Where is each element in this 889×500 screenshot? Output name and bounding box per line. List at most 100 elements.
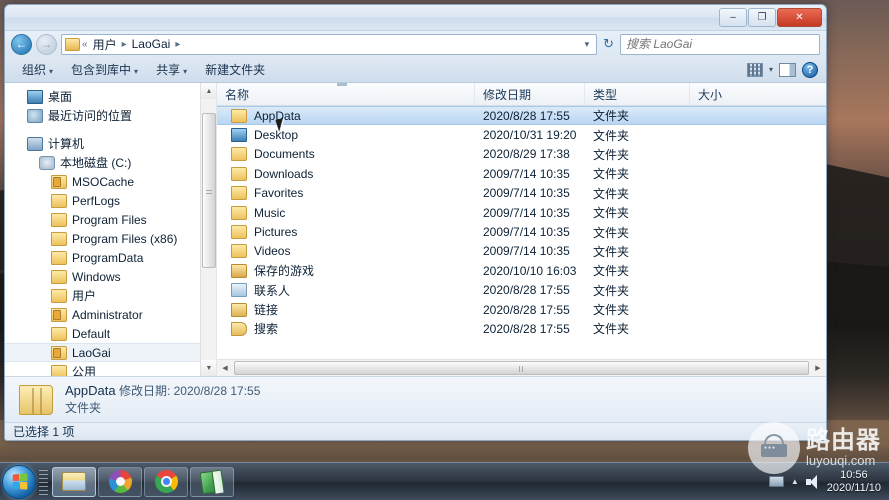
hscrollbar-thumb[interactable] <box>234 361 809 375</box>
table-row[interactable]: 保存的游戏 2020/10/10 16:03 文件夹 <box>217 261 826 280</box>
maximize-button[interactable]: ❐ <box>748 8 776 27</box>
row-name-cell: 链接 <box>217 301 475 318</box>
table-row[interactable]: Pictures 2009/7/14 10:35 文件夹 <box>217 222 826 241</box>
table-row[interactable]: 链接 2020/8/28 17:55 文件夹 <box>217 300 826 319</box>
taskbar-item-notepad[interactable] <box>190 466 234 497</box>
drive-icon <box>39 155 55 170</box>
row-name-label: Pictures <box>254 225 298 240</box>
sidebar-item-[interactable]: 用户 <box>5 286 216 305</box>
window-titlebar: – ❐ ✕ <box>5 5 826 31</box>
chevron-down-icon[interactable]: ▾ <box>769 65 773 74</box>
file-list-hscrollbar[interactable]: ◀ ▶ <box>217 359 826 376</box>
column-header-date[interactable]: 修改日期 <box>475 83 585 105</box>
row-name-cell: Downloads <box>217 166 475 181</box>
chevron-down-icon: ▾ <box>183 67 188 76</box>
sidebar-item-label: Administrator <box>72 307 143 322</box>
view-mode-icon[interactable] <box>746 62 763 77</box>
table-row[interactable]: Downloads 2009/7/14 10:35 文件夹 <box>217 164 826 183</box>
taskbar-item-browser-360[interactable] <box>98 466 142 497</box>
row-date-cell: 2020/8/28 17:55 <box>483 108 570 123</box>
search-box[interactable] <box>620 33 820 55</box>
folder-icon <box>231 186 247 201</box>
organize-button[interactable]: 组织 ▾ <box>13 58 62 81</box>
sidebar-item-label: Default <box>72 326 111 341</box>
sidebar-item-c[interactable]: 本地磁盘 (C:) <box>5 153 216 172</box>
organize-label: 组织 <box>22 63 47 77</box>
network-icon[interactable] <box>768 476 784 487</box>
row-type-cell: 文件夹 <box>593 264 630 279</box>
sidebar-item-msocache[interactable]: MSOCache <box>5 172 216 191</box>
details-name: AppData <box>65 383 116 398</box>
folder-icon <box>51 212 67 227</box>
row-name-label: 联系人 <box>254 283 291 298</box>
table-row[interactable]: 联系人 2020/8/28 17:55 文件夹 <box>217 281 826 300</box>
sidebar-item-administrator[interactable]: Administrator <box>5 305 216 324</box>
help-icon[interactable]: ? <box>802 61 818 78</box>
include-in-library-label: 包含到库中 <box>71 63 132 77</box>
taskbar-item-chrome[interactable] <box>144 466 188 497</box>
chrome-icon <box>154 470 178 493</box>
column-header-type[interactable]: 类型 <box>585 83 690 105</box>
table-row[interactable]: Documents 2020/8/29 17:38 文件夹 <box>217 145 826 164</box>
table-row[interactable]: AppData 2020/8/28 17:55 文件夹 <box>217 106 826 126</box>
row-name-label: Downloads <box>254 166 314 181</box>
scroll-down-arrow[interactable]: ▼ <box>201 360 216 376</box>
sidebar-item-perflogs[interactable]: PerfLogs <box>5 191 216 210</box>
show-hidden-icons-arrow[interactable]: ▲ <box>791 477 799 486</box>
column-header-size[interactable]: 大小 <box>690 83 826 105</box>
taskbar-item-explorer[interactable] <box>52 466 96 497</box>
navpane-scrollbar[interactable]: ▲ ▼ <box>200 83 216 376</box>
start-button[interactable] <box>2 464 36 499</box>
breadcrumb-lead-separator: « <box>82 38 88 50</box>
sidebar-item-[interactable]: 计算机 <box>5 134 216 153</box>
share-button[interactable]: 共享 ▾ <box>147 58 196 81</box>
scroll-right-arrow[interactable]: ▶ <box>810 360 826 376</box>
scroll-left-arrow[interactable]: ◀ <box>217 360 233 376</box>
folder-icon <box>51 231 67 246</box>
sidebar-item-program-files-x86[interactable]: Program Files (x86) <box>5 229 216 248</box>
forward-button[interactable]: → <box>36 33 57 55</box>
sidebar-item-windows[interactable]: Windows <box>5 267 216 286</box>
refresh-icon[interactable]: ↻ <box>601 36 616 52</box>
sidebar-item-programdata[interactable]: ProgramData <box>5 248 216 267</box>
breadcrumb-item-laogai[interactable]: LaoGai <box>129 36 174 52</box>
back-button[interactable]: ← <box>11 33 32 55</box>
volume-icon[interactable] <box>805 474 820 489</box>
explorer-window: – ❐ ✕ ← → « 用户 ▸ LaoGai ▸ ▾ ↻ 搜索 LaoGai … <box>4 4 827 441</box>
sidebar-item-program-files[interactable]: Program Files <box>5 210 216 229</box>
clock[interactable]: 10:56 2020/11/10 <box>827 469 883 495</box>
column-header-name[interactable]: 名称 <box>217 83 475 105</box>
breadcrumb-item-users[interactable]: 用户 <box>90 35 120 54</box>
row-name-cell: 搜索 <box>217 320 475 337</box>
row-name-cell: Pictures <box>217 225 475 240</box>
row-name-label: Favorites <box>254 186 304 201</box>
new-folder-button[interactable]: 新建文件夹 <box>196 58 274 81</box>
folder-icon <box>51 288 67 303</box>
sidebar-item-label: 用户 <box>72 289 97 303</box>
preview-pane-icon[interactable] <box>779 62 796 77</box>
chevron-down-icon[interactable]: ▾ <box>581 39 594 50</box>
breadcrumb[interactable]: « 用户 ▸ LaoGai ▸ ▾ <box>61 33 598 55</box>
sidebar-item-[interactable]: 最近访问的位置 <box>5 106 216 125</box>
row-date-cell: 2009/7/14 10:35 <box>483 166 570 181</box>
share-label: 共享 <box>156 63 181 77</box>
row-type-cell: 文件夹 <box>593 225 630 240</box>
table-row[interactable]: Desktop 2020/10/31 19:20 文件夹 <box>217 125 826 144</box>
sidebar-item-[interactable]: 桌面 <box>5 87 216 106</box>
scrollbar-thumb[interactable] <box>202 113 216 268</box>
scroll-up-arrow[interactable]: ▲ <box>201 83 216 99</box>
row-name-label: 搜索 <box>254 322 279 337</box>
sidebar-item-default[interactable]: Default <box>5 324 216 343</box>
table-row[interactable]: 搜索 2020/8/28 17:55 文件夹 <box>217 319 826 338</box>
search-input[interactable] <box>626 37 814 51</box>
sidebar-item-laogai[interactable]: LaoGai <box>5 343 216 362</box>
include-in-library-button[interactable]: 包含到库中 ▾ <box>62 58 147 81</box>
folder-icon <box>51 250 67 265</box>
minimize-button[interactable]: – <box>719 8 747 27</box>
table-row[interactable]: Music 2009/7/14 10:35 文件夹 <box>217 203 826 222</box>
sidebar-item-[interactable]: 公用 <box>5 362 216 376</box>
table-row[interactable]: Favorites 2009/7/14 10:35 文件夹 <box>217 184 826 203</box>
quicklaunch-grip[interactable] <box>39 468 48 495</box>
close-button[interactable]: ✕ <box>777 8 822 27</box>
table-row[interactable]: Videos 2009/7/14 10:35 文件夹 <box>217 242 826 261</box>
